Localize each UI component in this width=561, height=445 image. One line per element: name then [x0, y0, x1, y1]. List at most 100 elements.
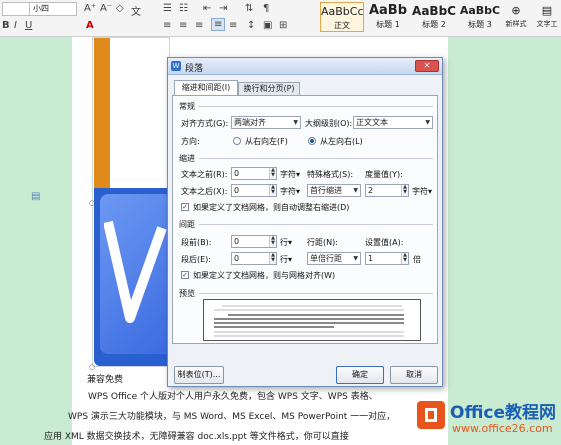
show-marks-icon[interactable]: ¶ — [263, 3, 269, 14]
distribute-icon[interactable]: ≡ — [229, 20, 237, 31]
indent-before-input[interactable]: 0 ▲ ▼ — [231, 167, 277, 180]
body-text-line: 应用 XML 数据交换技术，无障碍兼容 doc.xls.ppt 等文件格式，你可… — [44, 432, 349, 442]
spin-icon[interactable]: ▲ ▼ — [269, 236, 276, 247]
indent-before-label: 文本之前(R): — [181, 170, 228, 179]
image-caption: 兼容免费 — [87, 375, 124, 385]
setting-value-unit: 倍 — [413, 255, 421, 264]
tab-indent-spacing[interactable]: 缩进和间距(I) — [174, 80, 238, 95]
spin-icon[interactable]: ▲ ▼ — [401, 185, 408, 196]
dialog-titlebar[interactable]: W 段落 ✕ — [168, 58, 442, 75]
grow-font-icon[interactable]: A⁺ — [84, 3, 96, 14]
watermark-url: www.office26.com — [452, 422, 553, 435]
outline-level-label: 大纲级别(O): — [305, 119, 353, 128]
space-before-label: 段前(B): — [181, 238, 212, 247]
body-text-line: WPS 演示三大功能模块，与 MS Word、MS Excel、MS Power… — [68, 412, 396, 422]
image-orange-bar — [94, 38, 110, 190]
measure-input[interactable]: 2 ▲ ▼ — [365, 184, 409, 197]
document-map-icon[interactable]: ▤ — [31, 191, 40, 202]
shading-icon[interactable]: ▣ — [263, 20, 272, 31]
spin-icon[interactable]: ▲ ▼ — [269, 185, 276, 196]
indent-after-label: 文本之后(X): — [181, 187, 228, 196]
space-before-unit[interactable]: 行▾ — [280, 237, 292, 248]
underline-button[interactable]: U — [25, 20, 32, 31]
shrink-font-icon[interactable]: A⁻ — [100, 3, 112, 14]
font-size-value: 小四 — [33, 4, 49, 13]
align-select[interactable]: 两端对齐 ▼ — [231, 116, 301, 129]
body-text-line: WPS Office 个人版对个人用户永久免费，包含 WPS 文字、WPS 表格… — [88, 392, 378, 402]
style-normal[interactable]: AaBbCcI 正文 — [320, 2, 364, 32]
style-heading-1[interactable]: AaBb 标题 1 — [366, 2, 410, 32]
new-style-button[interactable]: ⊕ 新样式 — [505, 2, 527, 34]
ltr-label: 从左向右(L) — [320, 137, 363, 146]
snap-grid-checkbox[interactable]: ✓ — [181, 271, 189, 279]
special-format-select[interactable]: 首行缩进 ▼ — [307, 184, 361, 197]
align-center-icon[interactable]: ≡ — [179, 20, 187, 31]
space-before-input[interactable]: 0 ▲ ▼ — [231, 235, 277, 248]
pinyin-icon[interactable]: 文 — [131, 3, 141, 18]
style-heading-3[interactable]: AaBbC 标题 3 — [458, 2, 502, 32]
italic-button[interactable]: I — [14, 20, 17, 31]
borders-icon[interactable]: ⊞ — [279, 20, 287, 31]
font-size-select[interactable]: 小四 — [29, 2, 77, 16]
ltr-radio[interactable] — [308, 137, 316, 145]
increase-indent-icon[interactable]: ⇥ — [219, 3, 227, 14]
section-indent: 缩进 — [179, 154, 195, 163]
bullet-list-icon[interactable]: ☰ — [163, 3, 172, 14]
spin-icon[interactable]: ▲ ▼ — [269, 168, 276, 179]
dialog-title: 段落 — [185, 64, 204, 74]
tab-panel: 常规 对齐方式(G): 两端对齐 ▼ 大纲级别(O): 正文文本 ▼ 方向: 从右向… — [172, 95, 438, 344]
measure-label: 度量值(Y): — [365, 170, 403, 179]
image-handle[interactable]: ○ — [89, 363, 95, 371]
spin-icon[interactable]: ▲ ▼ — [401, 253, 408, 264]
text-tools-icon: ▤ — [541, 4, 553, 17]
office-logo-icon — [417, 401, 445, 429]
spin-icon[interactable]: ▲ ▼ — [269, 253, 276, 264]
space-after-label: 段后(E): — [181, 255, 211, 264]
align-right-icon[interactable]: ≡ — [195, 20, 203, 31]
decrease-indent-icon[interactable]: ⇤ — [203, 3, 211, 14]
direction-label: 方向: — [181, 137, 200, 146]
auto-indent-checkbox[interactable]: ✓ — [181, 203, 189, 211]
new-style-icon: ⊕ — [511, 4, 521, 17]
style-heading-2[interactable]: AaBbC 标题 2 — [412, 2, 456, 32]
section-general: 常规 — [179, 102, 195, 111]
snap-grid-label: 如果定义了文档网格，则与网格对齐(W) — [193, 271, 336, 280]
line-spacing-icon[interactable]: ↕ — [247, 20, 255, 31]
section-spacing: 间距 — [179, 220, 195, 229]
line-spacing-select[interactable]: 单倍行距 ▼ — [307, 252, 361, 265]
setting-value-input[interactable]: 1 ▲ ▼ — [365, 252, 409, 265]
numbered-list-icon[interactable]: ☷ — [179, 3, 188, 14]
cancel-button[interactable]: 取消 — [390, 366, 438, 384]
align-justify-icon[interactable]: ≡ — [211, 18, 226, 31]
measure-unit[interactable]: 字符▾ — [412, 186, 432, 197]
align-left-icon[interactable]: ≡ — [163, 20, 171, 31]
wps-v-logo-icon — [104, 220, 167, 323]
tab-line-page-breaks[interactable]: 换行和分页(P) — [238, 82, 300, 95]
sort-icon[interactable]: ⇅ — [245, 3, 253, 14]
preview-box — [203, 299, 421, 341]
space-after-input[interactable]: 0 ▲ ▼ — [231, 252, 277, 265]
bold-button[interactable]: B — [2, 20, 10, 31]
ok-button[interactable]: 确定 — [336, 366, 384, 384]
rtl-radio[interactable] — [233, 137, 241, 145]
outline-level-select[interactable]: 正文文本 ▼ — [353, 116, 433, 129]
ribbon-toolbar: 小四 A⁺ A⁻ ◇ 文 B I U A ☰ ☷ ⇤ ⇥ ⇅ ¶ ≡ ≡ ≡ ≡… — [0, 0, 561, 37]
auto-indent-label: 如果定义了文档网格，则自动调整右缩进(D) — [193, 203, 350, 212]
section-preview: 预览 — [179, 289, 195, 298]
font-color-button[interactable]: A — [86, 20, 94, 31]
inserted-image[interactable]: ○ ○ — [89, 37, 172, 371]
close-icon[interactable]: ✕ — [415, 60, 439, 72]
paragraph-dialog: W 段落 ✕ 缩进和间距(I) 换行和分页(P) 常规 对齐方式(G): 两端对… — [167, 57, 443, 387]
align-label: 对齐方式(G): — [181, 119, 229, 128]
indent-after-unit[interactable]: 字符▾ — [280, 186, 300, 197]
image-handle[interactable]: ○ — [89, 199, 95, 207]
tabs-button[interactable]: 制表位(T)... — [174, 366, 224, 384]
space-after-unit[interactable]: 行▾ — [280, 254, 292, 265]
rtl-label: 从右向左(F) — [245, 137, 288, 146]
indent-after-input[interactable]: 0 ▲ ▼ — [231, 184, 277, 197]
indent-before-unit[interactable]: 字符▾ — [280, 169, 300, 180]
text-tools-button[interactable]: ▤ 文字工 — [533, 2, 561, 34]
line-spacing-label: 行距(N): — [307, 238, 338, 247]
clear-format-icon[interactable]: ◇ — [116, 3, 124, 14]
chevron-down-icon: ▼ — [353, 187, 358, 194]
